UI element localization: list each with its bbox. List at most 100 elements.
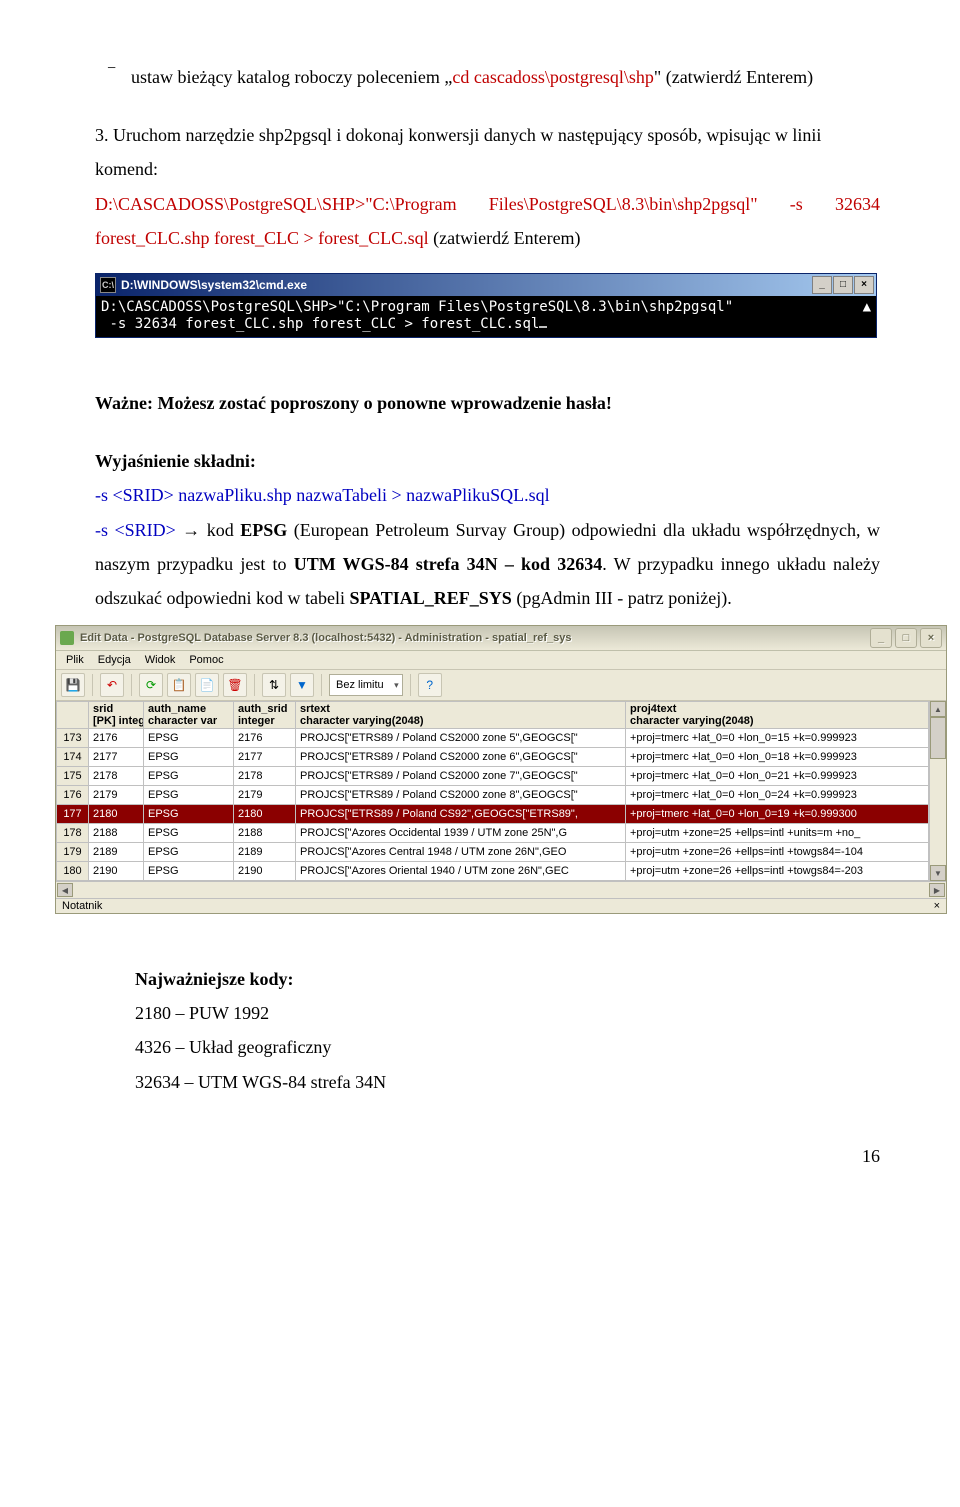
cell-proj4text[interactable]: +proj=tmerc +lat_0=0 +lon_0=19 +k=0.9993… xyxy=(626,805,929,824)
cell-srid[interactable]: 2177 xyxy=(89,748,144,767)
filter-icon[interactable]: ▼ xyxy=(290,673,314,697)
cell-authsrid[interactable]: 2188 xyxy=(234,824,296,843)
cell-authname[interactable]: EPSG xyxy=(144,729,234,748)
codes-heading: Najważniejsze kody: xyxy=(135,962,880,996)
row-header[interactable]: 179 xyxy=(57,843,89,862)
cell-authname[interactable]: EPSG xyxy=(144,862,234,881)
cell-authsrid[interactable]: 2178 xyxy=(234,767,296,786)
save-icon[interactable]: 💾 xyxy=(61,673,85,697)
status-text: Notatnik xyxy=(62,900,102,912)
cell-proj4text[interactable]: +proj=utm +zone=25 +ellps=intl +units=m … xyxy=(626,824,929,843)
cmd-window: C:\ D:\WINDOWS\system32\cmd.exe _ □ × D:… xyxy=(95,273,877,338)
pg-titlebar[interactable]: Edit Data - PostgreSQL Database Server 8… xyxy=(56,626,946,651)
col-proj4text: proj4textcharacter varying(2048) xyxy=(626,702,929,729)
row-header[interactable]: 173 xyxy=(57,729,89,748)
cell-proj4text[interactable]: +proj=tmerc +lat_0=0 +lon_0=15 +k=0.9999… xyxy=(626,729,929,748)
cell-proj4text[interactable]: +proj=tmerc +lat_0=0 +lon_0=18 +k=0.9999… xyxy=(626,748,929,767)
cell-srtext[interactable]: PROJCS["ETRS89 / Poland CS2000 zone 8",G… xyxy=(296,786,626,805)
cell-srtext[interactable]: PROJCS["ETRS89 / Poland CS92",GEOGCS["ET… xyxy=(296,805,626,824)
col-authsrid: auth_sridinteger xyxy=(234,702,296,729)
table-row[interactable]: 1762179EPSG2179PROJCS["ETRS89 / Poland C… xyxy=(57,786,929,805)
col-authname: auth_namecharacter var xyxy=(144,702,234,729)
cell-srtext[interactable]: PROJCS["ETRS89 / Poland CS2000 zone 6",G… xyxy=(296,748,626,767)
scroll-up-icon[interactable]: ▲ xyxy=(930,701,946,717)
col-srid: srid[PK] integer xyxy=(89,702,144,729)
table-row[interactable]: 1792189EPSG2189PROJCS["Azores Central 19… xyxy=(57,843,929,862)
cell-srtext[interactable]: PROJCS["ETRS89 / Poland CS2000 zone 7",G… xyxy=(296,767,626,786)
cell-srid[interactable]: 2190 xyxy=(89,862,144,881)
cell-srtext[interactable]: PROJCS["ETRS89 / Poland CS2000 zone 5",G… xyxy=(296,729,626,748)
cell-authname[interactable]: EPSG xyxy=(144,767,234,786)
cell-srtext[interactable]: PROJCS["Azores Occidental 1939 / UTM zon… xyxy=(296,824,626,843)
pg-toolbar: 💾 ↶ ⟳ 📋 📄 🗑 ⇅ ▼ Bez limitu ? xyxy=(56,670,946,701)
pg-menubar[interactable]: Plik Edycja Widok Pomoc xyxy=(56,651,946,670)
row-header[interactable]: 174 xyxy=(57,748,89,767)
cell-srid[interactable]: 2179 xyxy=(89,786,144,805)
table-row[interactable]: 1772180EPSG2180PROJCS["ETRS89 / Poland C… xyxy=(57,805,929,824)
close-button[interactable]: × xyxy=(854,276,874,294)
paste-icon[interactable]: 📄 xyxy=(195,673,219,697)
help-icon[interactable]: ? xyxy=(418,673,442,697)
menu-widok[interactable]: Widok xyxy=(139,653,182,667)
table-row[interactable]: 1802190EPSG2190PROJCS["Azores Oriental 1… xyxy=(57,862,929,881)
menu-pomoc[interactable]: Pomoc xyxy=(183,653,229,667)
minimize-button[interactable]: _ xyxy=(812,276,832,294)
cell-srid[interactable]: 2176 xyxy=(89,729,144,748)
scroll-right-icon[interactable]: ▶ xyxy=(929,883,945,897)
cell-proj4text[interactable]: +proj=utm +zone=26 +ellps=intl +towgs84=… xyxy=(626,843,929,862)
cell-srid[interactable]: 2188 xyxy=(89,824,144,843)
cell-authsrid[interactable]: 2190 xyxy=(234,862,296,881)
cell-srtext[interactable]: PROJCS["Azores Oriental 1940 / UTM zone … xyxy=(296,862,626,881)
cell-authname[interactable]: EPSG xyxy=(144,824,234,843)
table-row[interactable]: 1742177EPSG2177PROJCS["ETRS89 / Poland C… xyxy=(57,748,929,767)
cmd-titlebar[interactable]: C:\ D:\WINDOWS\system32\cmd.exe _ □ × xyxy=(96,274,876,296)
bullet-text: ustaw bieżący katalog roboczy poleceniem… xyxy=(131,60,813,94)
cell-authsrid[interactable]: 2176 xyxy=(234,729,296,748)
data-grid[interactable]: srid[PK] integer auth_namecharacter var … xyxy=(56,701,929,881)
cell-proj4text[interactable]: +proj=utm +zone=26 +ellps=intl +towgs84=… xyxy=(626,862,929,881)
limit-dropdown[interactable]: Bez limitu xyxy=(329,674,403,696)
table-row[interactable]: 1782188EPSG2188PROJCS["Azores Occidental… xyxy=(57,824,929,843)
cell-authsrid[interactable]: 2180 xyxy=(234,805,296,824)
cell-proj4text[interactable]: +proj=tmerc +lat_0=0 +lon_0=21 +k=0.9999… xyxy=(626,767,929,786)
cmd-icon: C:\ xyxy=(100,277,116,293)
cell-authsrid[interactable]: 2179 xyxy=(234,786,296,805)
cell-srid[interactable]: 2180 xyxy=(89,805,144,824)
table-row[interactable]: 1752178EPSG2178PROJCS["ETRS89 / Poland C… xyxy=(57,767,929,786)
row-header[interactable]: 178 xyxy=(57,824,89,843)
row-header[interactable]: 175 xyxy=(57,767,89,786)
minimize-button[interactable]: _ xyxy=(870,628,892,648)
table-row[interactable]: 1732176EPSG2176PROJCS["ETRS89 / Poland C… xyxy=(57,729,929,748)
scroll-down-icon[interactable]: ▼ xyxy=(930,865,946,881)
cell-srid[interactable]: 2178 xyxy=(89,767,144,786)
cell-authname[interactable]: EPSG xyxy=(144,843,234,862)
cell-authsrid[interactable]: 2177 xyxy=(234,748,296,767)
cell-authname[interactable]: EPSG xyxy=(144,748,234,767)
maximize-button[interactable]: □ xyxy=(895,628,917,648)
status-close-icon[interactable]: × xyxy=(934,900,940,912)
maximize-button[interactable]: □ xyxy=(833,276,853,294)
undo-icon[interactable]: ↶ xyxy=(100,673,124,697)
cell-proj4text[interactable]: +proj=tmerc +lat_0=0 +lon_0=24 +k=0.9999… xyxy=(626,786,929,805)
page-number: 16 xyxy=(95,1139,880,1173)
row-header[interactable]: 180 xyxy=(57,862,89,881)
menu-edycja[interactable]: Edycja xyxy=(92,653,137,667)
refresh-icon[interactable]: ⟳ xyxy=(139,673,163,697)
vertical-scrollbar[interactable]: ▲ ▼ xyxy=(929,701,946,881)
cell-srid[interactable]: 2189 xyxy=(89,843,144,862)
cell-authsrid[interactable]: 2189 xyxy=(234,843,296,862)
cell-srtext[interactable]: PROJCS["Azores Central 1948 / UTM zone 2… xyxy=(296,843,626,862)
delete-icon[interactable]: 🗑 xyxy=(223,673,247,697)
cell-authname[interactable]: EPSG xyxy=(144,805,234,824)
menu-plik[interactable]: Plik xyxy=(60,653,90,667)
scroll-left-icon[interactable]: ◀ xyxy=(57,883,73,897)
row-header[interactable]: 177 xyxy=(57,805,89,824)
sort-icon[interactable]: ⇅ xyxy=(262,673,286,697)
row-header[interactable]: 176 xyxy=(57,786,89,805)
cell-authname[interactable]: EPSG xyxy=(144,786,234,805)
horizontal-scrollbar[interactable]: ◀ ▶ xyxy=(56,881,946,898)
close-button[interactable]: × xyxy=(920,628,942,648)
copy-icon[interactable]: 📋 xyxy=(167,673,191,697)
cmd-body[interactable]: D:\CASCADOSS\PostgreSQL\SHP>"C:\Program … xyxy=(96,296,876,337)
scroll-thumb[interactable] xyxy=(930,717,946,759)
